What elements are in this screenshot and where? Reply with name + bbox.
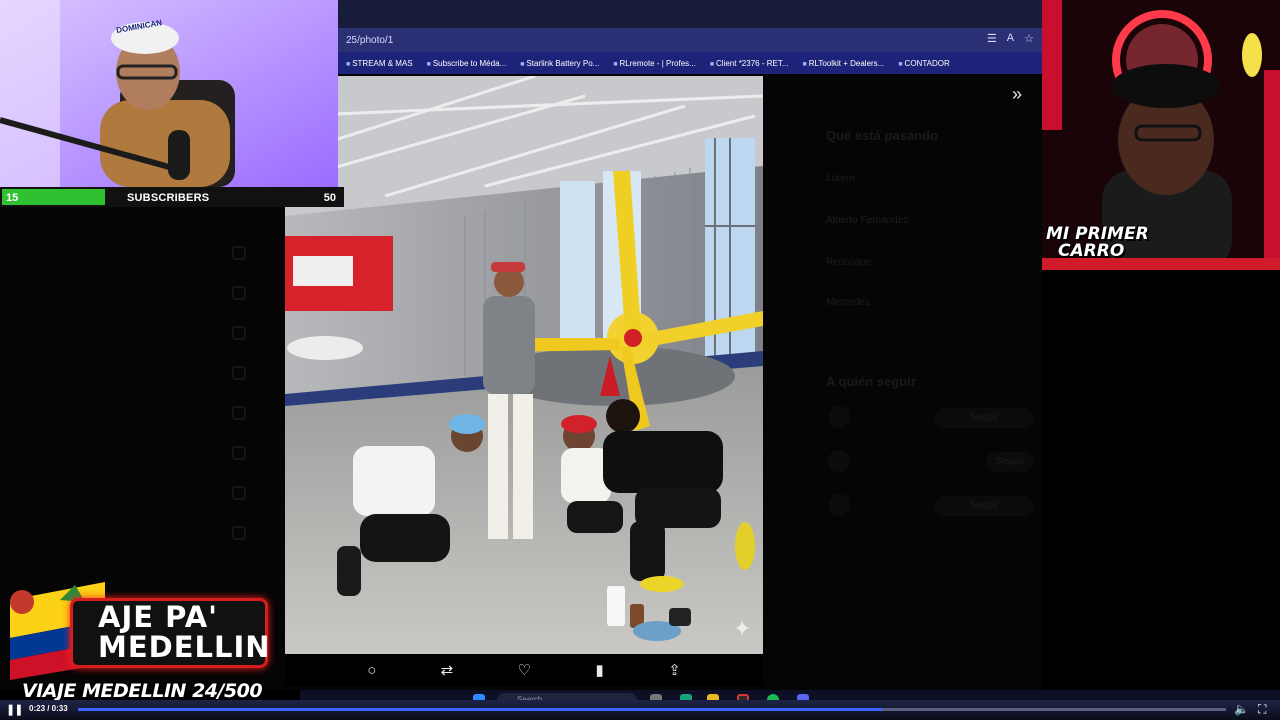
follow-button[interactable]: Seguir — [934, 408, 1034, 428]
bookmark-item[interactable]: Starlink Battery Po... — [520, 59, 599, 68]
avatar[interactable] — [828, 450, 850, 472]
seek-bar-progress — [78, 708, 882, 711]
bookmark-item[interactable]: RLremote - | Profes... — [613, 59, 696, 68]
trends-heading: Qué está pasando — [826, 128, 938, 143]
heart-icon[interactable]: ♡ — [518, 661, 531, 679]
expand-sidebar-icon[interactable]: » — [1012, 84, 1022, 105]
analytics-icon[interactable]: ▮ — [596, 661, 604, 679]
share-icon[interactable]: ⇪ — [668, 661, 681, 679]
fullscreen-icon[interactable]: ⛶ — [1258, 702, 1266, 717]
trip-ticker: VIAJE MEDELLIN 24/500 — [22, 680, 263, 702]
hangar-photo-illustration: ✦ — [285, 76, 763, 654]
read-aloud-icon[interactable]: A — [1007, 32, 1014, 45]
follow-button[interactable]: Seguir — [934, 496, 1034, 516]
post-action-bar: ○ ⇄ ♡ ▮ ⇪ — [285, 654, 763, 686]
goal-current: 15 — [6, 192, 19, 204]
avatar[interactable] — [828, 494, 850, 516]
sidebar-trends: Qué está pasando Lorem Alberto Fernández… — [800, 76, 1040, 686]
nav-messages-icon[interactable] — [232, 366, 246, 380]
banner-title-line2: MEDELLIN — [98, 630, 271, 664]
address-bar[interactable]: 25/photo/1 ☰ A ☆ — [338, 28, 1042, 52]
volume-icon[interactable]: 🔈 — [1234, 702, 1249, 716]
trend-item[interactable]: Mercedes — [826, 296, 870, 310]
webcam-left-illustration — [0, 0, 338, 187]
banner-title-line1: AJE PA' — [98, 600, 219, 634]
bookmark-item[interactable]: Client *2376 - RET... — [710, 59, 788, 68]
show-title-line2: CARRO — [1058, 241, 1125, 261]
bookmark-item[interactable]: RLToolkit + Dealers... — [803, 59, 885, 68]
subscriber-goal-bar: 15 SUBSCRIBERS 50 — [0, 187, 344, 207]
nav-explore-icon[interactable] — [232, 286, 246, 300]
menu-icon[interactable]: ☰ — [987, 32, 997, 45]
reply-icon[interactable]: ○ — [367, 662, 376, 679]
nav-bookmarks-icon[interactable] — [232, 406, 246, 420]
trend-item[interactable]: Alberto Fernández — [826, 214, 908, 228]
nav-notifications-icon[interactable] — [232, 326, 246, 340]
goal-label: SUBSCRIBERS — [127, 192, 210, 204]
favorite-star-icon[interactable]: ☆ — [1024, 32, 1034, 45]
address-bar-icons: ☰ A ☆ — [987, 32, 1034, 45]
show-title-overlay: MI PRIMER CARRO — [1046, 226, 1166, 260]
pause-icon[interactable]: ❚❚ — [6, 703, 23, 716]
trend-item[interactable]: Lorem — [826, 172, 854, 186]
browser-tab-strip — [338, 0, 1042, 28]
bookmark-item[interactable]: CONTADOR — [898, 59, 950, 68]
empty-panel — [1042, 270, 1280, 690]
url-text: 25/photo/1 — [346, 34, 394, 46]
goal-target: 50 — [323, 192, 336, 204]
webcam-left: DOMINICAN — [0, 0, 338, 187]
avatar[interactable] — [828, 406, 850, 428]
who-to-follow-heading: A quién seguir — [826, 374, 916, 389]
post-photo[interactable]: ✦ — [285, 76, 763, 654]
bookmark-item[interactable]: Subscribe to Méda... — [427, 59, 506, 68]
bookmarks-bar: STREAM & MAS Subscribe to Méda... Starli… — [338, 52, 1042, 74]
repost-icon[interactable]: ⇄ — [441, 661, 454, 679]
nav-profile-icon[interactable] — [232, 526, 246, 540]
nav-communities-icon[interactable] — [232, 446, 246, 460]
bookmark-item[interactable]: STREAM & MAS — [346, 59, 412, 68]
trend-item[interactable]: Redcoque — [826, 256, 872, 270]
nav-home-icon[interactable] — [232, 246, 246, 260]
follow-button[interactable]: Seguir — [986, 452, 1034, 472]
playback-time: 0:23 / 0:33 — [29, 704, 68, 713]
nav-premium-icon[interactable] — [232, 486, 246, 500]
svg-text:✦: ✦ — [733, 617, 751, 642]
